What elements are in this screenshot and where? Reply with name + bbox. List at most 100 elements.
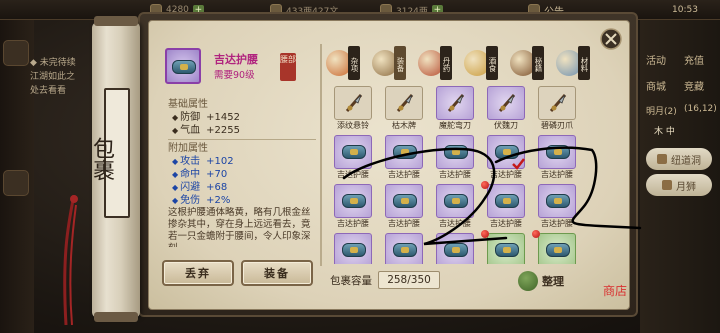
extra-value: +102 xyxy=(206,156,234,167)
slot-frame xyxy=(538,86,576,120)
item-name-label: 魔舵弯刀 xyxy=(439,121,471,130)
inventory-slot[interactable]: 伏魏刀 xyxy=(483,86,529,131)
inventory-slot[interactable] xyxy=(432,233,478,264)
divider xyxy=(168,139,316,140)
vertical-divider xyxy=(320,44,322,266)
extra-label: 命中 xyxy=(180,169,201,180)
clock: 10:53 xyxy=(672,3,698,17)
sidebar-button-2[interactable] xyxy=(3,170,29,196)
quest-tracker[interactable]: ◆ 未完待续 江湖如此之 处去看看 xyxy=(30,56,100,106)
slot-frame xyxy=(436,184,474,218)
clock-time: 10:53 xyxy=(672,5,698,15)
belt-icon xyxy=(393,194,417,208)
inventory-slot[interactable] xyxy=(481,230,529,264)
slot-tag: 腰部 xyxy=(280,53,296,81)
slot-frame xyxy=(538,135,576,169)
menu-bid[interactable]: 竞藏 xyxy=(684,78,704,93)
inventory-slot[interactable]: 枯木牌 xyxy=(381,86,427,131)
close-icon[interactable] xyxy=(600,28,622,50)
base-value: +2255 xyxy=(206,125,240,136)
belt-icon xyxy=(393,145,417,159)
sort-label: 整理 xyxy=(542,275,564,288)
discard-button[interactable]: 丢弃 xyxy=(162,260,234,286)
inventory-slot[interactable]: 魔舵弯刀 xyxy=(432,86,478,131)
category-tab-6[interactable]: 材料 xyxy=(556,46,600,80)
map-tabs[interactable]: 木 中 xyxy=(654,124,675,137)
extra-label: 闪避 xyxy=(180,182,201,193)
capacity-label: 包裹容量 xyxy=(330,274,372,287)
blade-icon xyxy=(498,94,516,112)
inventory-slot[interactable]: 吉达护腰 xyxy=(381,184,427,229)
belt-icon xyxy=(546,243,570,257)
slot-frame xyxy=(436,86,474,120)
claw-icon xyxy=(549,94,567,112)
extra-row: ◆ 攻击 +102 xyxy=(168,155,316,168)
item-name-label: 吉达护腰 xyxy=(490,219,522,228)
inventory-slot[interactable]: 吉达护腰 xyxy=(432,135,478,180)
inventory-slot[interactable]: 碧磷刃爪 xyxy=(534,86,580,131)
extra-value: +68 xyxy=(206,182,228,193)
item-name-label: 吉达护腰 xyxy=(541,170,573,179)
inventory-slot[interactable]: 吉达护腰 xyxy=(381,135,427,180)
capacity: 包裹容量 258/350 xyxy=(330,270,440,290)
pill-button-1[interactable]: 纽道洞 xyxy=(646,148,712,170)
belt-icon xyxy=(342,194,366,208)
shop-stamp[interactable]: 商店 xyxy=(603,282,627,299)
extra-row: ◆ 免伤 +2% xyxy=(168,194,316,207)
sidebar-button-1[interactable] xyxy=(3,40,29,66)
category-tab-2[interactable]: 装备 xyxy=(372,46,416,80)
menu-activity[interactable]: 活动 xyxy=(646,52,666,67)
inventory-slot[interactable]: 吉达护腰 xyxy=(483,135,529,180)
inventory-slot[interactable]: 吉达护腰 xyxy=(432,184,478,229)
game-screen: 4280 + 433两427文 3124两 + 公告 10:53 ◆ 未完待续 … xyxy=(0,0,720,333)
category-tab-4[interactable]: 酒食 xyxy=(464,46,508,80)
discard-label: 丢弃 xyxy=(185,267,211,280)
item-name-label: 吉达护腰 xyxy=(388,219,420,228)
token-icon xyxy=(396,94,414,112)
inventory-slot[interactable] xyxy=(330,233,376,264)
inventory-slot[interactable]: 吉达护腰 xyxy=(534,135,580,180)
category-label: 装备 xyxy=(394,46,406,80)
bell-icon xyxy=(345,94,363,112)
category-tab-1[interactable]: 杂项 xyxy=(326,46,370,80)
sabre-icon xyxy=(447,94,465,112)
inventory-slot[interactable]: 吉达护腰 xyxy=(330,135,376,180)
new-item-dot xyxy=(481,181,489,189)
cauldron-icon xyxy=(657,154,667,164)
slot-frame xyxy=(385,184,423,218)
slot-frame xyxy=(385,86,423,120)
item-name-label: 吉达护腰 xyxy=(439,219,471,228)
slot-frame xyxy=(487,233,525,264)
item-name: 吉达护腰 xyxy=(214,53,258,66)
sort-button[interactable]: 整理 xyxy=(518,270,564,292)
category-tab-5[interactable]: 秘籍 xyxy=(510,46,554,80)
menu-recharge[interactable]: 充值 xyxy=(684,52,704,67)
belt-icon xyxy=(444,145,468,159)
belt-icon xyxy=(495,243,519,257)
rod-cap-top xyxy=(94,16,138,26)
category-label: 酒食 xyxy=(486,46,498,80)
item-name-label: 吉达护腰 xyxy=(337,170,369,179)
inventory-slot[interactable]: 吉达护腰 xyxy=(534,184,580,229)
inventory-slot[interactable]: 吉达护腰 xyxy=(481,181,529,229)
left-sidebar xyxy=(0,20,34,333)
tassel-icon xyxy=(63,195,78,325)
belt-icon xyxy=(495,194,519,208)
menu-shop[interactable]: 商城 xyxy=(646,78,666,93)
inventory-slot[interactable] xyxy=(532,230,580,264)
inventory-slot[interactable]: 添纹悬铃 xyxy=(330,86,376,131)
item-name-label: 碧磷刃爪 xyxy=(541,121,573,130)
category-tab-3[interactable]: 丹药 xyxy=(418,46,462,80)
pill-label-1: 纽道洞 xyxy=(671,155,701,167)
equip-button[interactable]: 装备 xyxy=(241,260,313,286)
pill-button-2[interactable]: 月狮 xyxy=(646,174,712,196)
bullet-icon: ◆ xyxy=(172,126,179,135)
item-name-label: 吉达护腰 xyxy=(388,170,420,179)
base-value: +1452 xyxy=(206,112,240,123)
base-row: ◆ 气血 +2255 xyxy=(168,124,316,137)
lion-icon xyxy=(662,180,672,190)
new-item-dot xyxy=(481,230,489,238)
inventory-slot[interactable]: 吉达护腰 xyxy=(330,184,376,229)
inventory-slot[interactable] xyxy=(381,233,427,264)
belt-icon xyxy=(546,145,570,159)
